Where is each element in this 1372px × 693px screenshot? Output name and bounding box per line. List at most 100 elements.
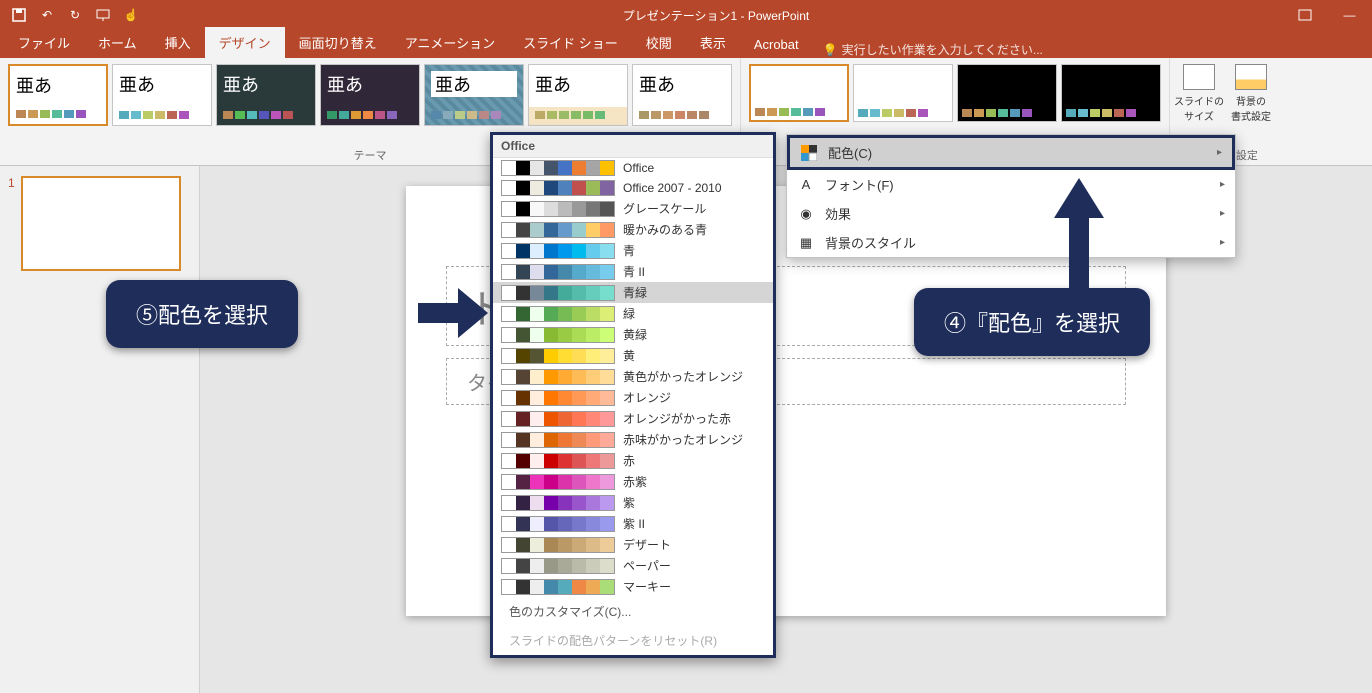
window-controls: — bbox=[1282, 0, 1372, 30]
save-button[interactable] bbox=[6, 2, 32, 28]
tab-acrobat[interactable]: Acrobat bbox=[740, 31, 813, 58]
quick-access-toolbar: ↶ ↻ ☝ bbox=[0, 2, 150, 28]
color-scheme-item[interactable]: 紫 II bbox=[493, 513, 773, 534]
scheme-label: 赤紫 bbox=[623, 473, 647, 490]
scheme-label: Office 2007 - 2010 bbox=[623, 181, 722, 195]
chevron-right-icon: ▸ bbox=[1220, 237, 1225, 248]
scheme-label: マーキー bbox=[623, 578, 671, 595]
color-scheme-item[interactable]: 青 bbox=[493, 240, 773, 261]
tab-insert[interactable]: 挿入 bbox=[151, 27, 205, 58]
color-scheme-item[interactable]: 黄 bbox=[493, 345, 773, 366]
touch-mode-button[interactable]: ☝ bbox=[118, 2, 144, 28]
menu-item-colors[interactable]: 配色(C) ▸ bbox=[787, 135, 1235, 170]
tab-file[interactable]: ファイル bbox=[4, 27, 84, 58]
scheme-label: オレンジ bbox=[623, 389, 671, 406]
scheme-swatches bbox=[501, 285, 615, 301]
scheme-label: デザート bbox=[623, 536, 671, 553]
callout-step4: ④『配色』を選択 bbox=[914, 288, 1150, 356]
window-title: プレゼンテーション1 - PowerPoint bbox=[150, 7, 1282, 24]
tab-design[interactable]: デザイン bbox=[205, 27, 285, 58]
title-bar: ↶ ↻ ☝ プレゼンテーション1 - PowerPoint — bbox=[0, 0, 1372, 30]
theme-thumb-2[interactable]: 亜あ bbox=[112, 64, 212, 126]
scheme-label: 緑 bbox=[623, 305, 635, 322]
variant-thumb-4[interactable] bbox=[1061, 64, 1161, 122]
slide-size-icon bbox=[1183, 64, 1215, 90]
scheme-label: ペーパー bbox=[623, 557, 671, 574]
menu-item-bg-styles[interactable]: ▦ 背景のスタイル ▸ bbox=[787, 228, 1235, 257]
color-scheme-item[interactable]: オレンジがかった赤 bbox=[493, 408, 773, 429]
slide-thumbnails-panel[interactable]: 1 bbox=[0, 166, 200, 693]
chevron-right-icon: ▸ bbox=[1220, 179, 1225, 190]
tab-transitions[interactable]: 画面切り替え bbox=[285, 27, 391, 58]
color-scheme-item[interactable]: 黄色がかったオレンジ bbox=[493, 366, 773, 387]
redo-button[interactable]: ↻ bbox=[62, 2, 88, 28]
tell-me-search[interactable]: 💡 実行したい作業を入力してください... bbox=[813, 41, 1053, 58]
scheme-swatches bbox=[501, 390, 615, 406]
scheme-swatches bbox=[501, 579, 615, 595]
slideshow-from-start-button[interactable] bbox=[90, 2, 116, 28]
color-scheme-item[interactable]: 赤紫 bbox=[493, 471, 773, 492]
tab-view[interactable]: 表示 bbox=[686, 27, 740, 58]
scheme-swatches bbox=[501, 474, 615, 490]
ribbon-tabs: ファイル ホーム 挿入 デザイン 画面切り替え アニメーション スライド ショー… bbox=[0, 30, 1372, 58]
scheme-swatches bbox=[501, 369, 615, 385]
color-scheme-item[interactable]: 紫 bbox=[493, 492, 773, 513]
variant-thumb-1[interactable] bbox=[749, 64, 849, 122]
scheme-swatches bbox=[501, 180, 615, 196]
minimize-button[interactable]: — bbox=[1327, 0, 1372, 30]
scheme-label: 黄緑 bbox=[623, 326, 647, 343]
scheme-swatches bbox=[501, 160, 615, 176]
variant-dropdown-menu: 配色(C) ▸ A フォント(F) ▸ ◉ 効果 ▸ ▦ 背景のスタイル ▸ bbox=[786, 134, 1236, 258]
color-scheme-item[interactable]: 暖かみのある青 bbox=[493, 219, 773, 240]
tab-review[interactable]: 校閲 bbox=[632, 27, 686, 58]
menu-item-effects[interactable]: ◉ 効果 ▸ bbox=[787, 199, 1235, 228]
color-scheme-item[interactable]: マーキー bbox=[493, 576, 773, 597]
slide-thumbnail[interactable] bbox=[21, 176, 181, 271]
arrow-up-icon bbox=[1054, 178, 1104, 288]
customize-colors-item[interactable]: 色のカスタマイズ(C)... bbox=[493, 597, 773, 626]
color-scheme-item[interactable]: 青緑 bbox=[493, 282, 773, 303]
color-scheme-item[interactable]: 赤味がかったオレンジ bbox=[493, 429, 773, 450]
scheme-label: 紫 II bbox=[623, 515, 645, 532]
theme-thumb-6[interactable]: 亜あ bbox=[528, 64, 628, 126]
undo-button[interactable]: ↶ bbox=[34, 2, 60, 28]
color-scheme-item[interactable]: デザート bbox=[493, 534, 773, 555]
scheme-swatches bbox=[501, 516, 615, 532]
tell-me-placeholder: 実行したい作業を入力してください... bbox=[842, 41, 1043, 58]
popup-header: Office bbox=[493, 135, 773, 158]
chevron-right-icon: ▸ bbox=[1217, 147, 1222, 158]
theme-thumb-7[interactable]: 亜あ bbox=[632, 64, 732, 126]
color-scheme-item[interactable]: グレースケール bbox=[493, 198, 773, 219]
theme-thumb-3[interactable]: 亜あ bbox=[216, 64, 316, 126]
ribbon-display-button[interactable] bbox=[1282, 0, 1327, 30]
slide-thumbnail-item[interactable]: 1 bbox=[8, 176, 191, 271]
color-scheme-item[interactable]: 黄緑 bbox=[493, 324, 773, 345]
scheme-swatches bbox=[501, 453, 615, 469]
chevron-right-icon: ▸ bbox=[1220, 208, 1225, 219]
scheme-swatches bbox=[501, 327, 615, 343]
theme-thumb-5[interactable]: 亜あ bbox=[424, 64, 524, 126]
color-scheme-item[interactable]: 青 II bbox=[493, 261, 773, 282]
color-scheme-item[interactable]: 緑 bbox=[493, 303, 773, 324]
color-scheme-item[interactable]: Office 2007 - 2010 bbox=[493, 178, 773, 198]
color-scheme-item[interactable]: 赤 bbox=[493, 450, 773, 471]
color-scheme-item[interactable]: Office bbox=[493, 158, 773, 178]
menu-item-fonts[interactable]: A フォント(F) ▸ bbox=[787, 170, 1235, 199]
scheme-swatches bbox=[501, 348, 615, 364]
effects-icon: ◉ bbox=[797, 205, 815, 223]
variant-thumb-2[interactable] bbox=[853, 64, 953, 122]
scheme-label: 青緑 bbox=[623, 284, 647, 301]
theme-thumb-4[interactable]: 亜あ bbox=[320, 64, 420, 126]
color-scheme-item[interactable]: オレンジ bbox=[493, 387, 773, 408]
tab-animations[interactable]: アニメーション bbox=[391, 27, 509, 58]
fonts-icon: A bbox=[797, 176, 815, 194]
tab-home[interactable]: ホーム bbox=[84, 27, 151, 58]
theme-thumb-office[interactable]: 亜あ bbox=[8, 64, 108, 126]
bg-styles-icon: ▦ bbox=[797, 234, 815, 252]
tab-slideshow[interactable]: スライド ショー bbox=[509, 27, 632, 58]
color-scheme-item[interactable]: ペーパー bbox=[493, 555, 773, 576]
lightbulb-icon: 💡 bbox=[823, 43, 838, 57]
reset-colors-item: スライドの配色パターンをリセット(R) bbox=[493, 626, 773, 655]
variant-thumb-3[interactable] bbox=[957, 64, 1057, 122]
scheme-label: 赤味がかったオレンジ bbox=[623, 431, 743, 448]
